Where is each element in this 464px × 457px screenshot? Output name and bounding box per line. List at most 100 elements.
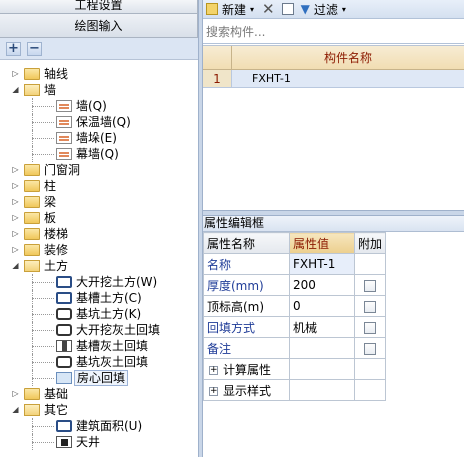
building-area-icon: [56, 420, 72, 432]
tree-item-label: 幕墙(Q): [76, 147, 119, 161]
tree-item[interactable]: 天井: [0, 434, 198, 450]
extra-checkbox[interactable]: [364, 342, 376, 355]
tab-drawing-input[interactable]: 绘图输入: [0, 14, 198, 38]
tree-connector: [32, 346, 54, 347]
tree-category[interactable]: ▷ 基础: [0, 386, 198, 402]
trench-backfill-icon: [56, 340, 72, 352]
atrium-icon: [56, 436, 72, 448]
property-value-field[interactable]: 200: [289, 274, 355, 296]
extra-checkbox[interactable]: [364, 300, 376, 313]
tree-category[interactable]: ▷ 轴线: [0, 66, 198, 82]
tree-item[interactable]: 保温墙(Q): [0, 114, 198, 130]
tree-item-label: 板: [44, 211, 57, 225]
property-row: 厚度(mm) 200: [203, 274, 387, 296]
tree-item[interactable]: 墙(Q): [0, 98, 198, 114]
folder-open-icon: [24, 84, 40, 96]
folder-icon: [24, 228, 40, 240]
add-icon[interactable]: +: [6, 41, 21, 56]
tree-connector: [32, 138, 54, 139]
expand-arrow-icon[interactable]: ▷: [11, 66, 20, 82]
expand-arrow-icon[interactable]: ▷: [11, 178, 20, 194]
folder-icon: [24, 212, 40, 224]
tree-item[interactable]: 幕墙(Q): [0, 146, 198, 162]
extra-checkbox[interactable]: [364, 321, 376, 334]
expand-icon[interactable]: +: [209, 365, 218, 375]
room-backfill-icon: [56, 372, 72, 384]
tree-item-label: 轴线: [44, 67, 69, 81]
tree-item[interactable]: 房心回填: [0, 370, 198, 386]
tree-item[interactable]: 基坑灰土回填: [0, 354, 198, 370]
collapse-arrow-icon[interactable]: ◢: [11, 82, 20, 98]
pit-backfill-icon: [56, 356, 72, 368]
tab-project-settings[interactable]: 工程设置: [0, 0, 198, 14]
collapse-arrow-icon[interactable]: ◢: [11, 258, 20, 274]
new-button[interactable]: 新建: [222, 1, 246, 18]
collapse-arrow-icon[interactable]: ◢: [11, 402, 20, 418]
expand-arrow-icon[interactable]: ▷: [11, 162, 20, 178]
tree-item[interactable]: 建筑面积(U): [0, 418, 198, 434]
tree-category[interactable]: ◢ 其它: [0, 402, 198, 418]
remove-icon[interactable]: −: [27, 41, 42, 56]
tree-category[interactable]: ◢ 墙: [0, 82, 198, 98]
property-value-field[interactable]: 机械: [289, 316, 355, 338]
tree-category[interactable]: ▷ 柱: [0, 178, 198, 194]
property-group-row[interactable]: + 显示样式: [203, 379, 387, 401]
tree-category[interactable]: ◢ 土方: [0, 258, 198, 274]
property-value-field[interactable]: 0: [289, 295, 355, 317]
dropdown-icon[interactable]: ▾: [342, 5, 346, 14]
dropdown-icon[interactable]: ▾: [250, 5, 254, 14]
property-value-field[interactable]: FXHT-1: [289, 253, 355, 275]
property-group-row[interactable]: + 计算属性: [203, 358, 387, 380]
tree-item-label: 基坑灰土回填: [76, 355, 149, 369]
tree-connector: [32, 322, 33, 338]
trench-icon: [56, 292, 72, 304]
expand-arrow-icon[interactable]: ▷: [11, 210, 20, 226]
tree-item[interactable]: 基坑土方(K): [0, 306, 198, 322]
expand-arrow-icon[interactable]: ▷: [11, 194, 20, 210]
tree-category[interactable]: ▷ 装修: [0, 242, 198, 258]
component-grid: 构件名称 1 FXHT-1: [203, 45, 464, 210]
folder-icon: [24, 196, 40, 208]
expand-icon[interactable]: +: [209, 386, 218, 396]
tree-connector: [32, 282, 54, 283]
tree-item-label: 楼梯: [44, 227, 69, 241]
tree-toolbar: + −: [0, 38, 198, 60]
property-editor-title: 属性编辑框: [203, 216, 464, 232]
component-tree: ▷ 轴线 ◢ 墙墙(Q) 保温墙(Q) 墙垛(E) 幕墙(Q) ▷ 门窗洞 ▷ 柱 ▷ 梁 ▷ 板 ▷ 楼梯 ▷ 装…: [0, 60, 198, 450]
delete-icon[interactable]: ✕: [262, 2, 275, 17]
search-input[interactable]: 搜索构件...: [203, 19, 464, 44]
folder-open-icon: [24, 260, 40, 272]
tree-item-label: 天井: [76, 435, 101, 449]
expand-arrow-icon[interactable]: ▷: [11, 242, 20, 258]
tree-connector: [32, 426, 54, 427]
tree-category[interactable]: ▷ 梁: [0, 194, 198, 210]
expand-arrow-icon[interactable]: ▷: [11, 226, 20, 242]
component-name-header[interactable]: 构件名称: [232, 46, 464, 69]
tree-item[interactable]: 大开挖土方(W): [0, 274, 198, 290]
component-name-cell[interactable]: FXHT-1: [232, 70, 291, 87]
filter-button[interactable]: 过滤: [314, 1, 338, 18]
property-value-field[interactable]: [289, 337, 355, 359]
tree-category[interactable]: ▷ 楼梯: [0, 226, 198, 242]
grid-header: 构件名称: [203, 46, 464, 70]
property-row: 顶标高(m) 0: [203, 295, 387, 317]
tree-connector: [32, 290, 33, 306]
tree-category[interactable]: ▷ 门窗洞: [0, 162, 198, 178]
tree-item[interactable]: 墙垛(E): [0, 130, 198, 146]
expand-arrow-icon[interactable]: ▷: [11, 386, 20, 402]
table-row[interactable]: 1 FXHT-1: [203, 70, 464, 88]
extra-checkbox[interactable]: [364, 279, 376, 292]
tree-item-label: 大开挖土方(W): [76, 275, 158, 289]
tree-item-label: 墙: [44, 83, 57, 97]
tree-item[interactable]: 大开挖灰土回填: [0, 322, 198, 338]
tree-connector: [32, 418, 33, 434]
tree-item[interactable]: 基槽灰土回填: [0, 338, 198, 354]
copy-icon[interactable]: [281, 3, 294, 15]
col-property-value: 属性值: [289, 232, 355, 254]
col-extra: 附加: [353, 232, 387, 254]
tree-item-label: 墙(Q): [76, 99, 107, 113]
tree-item[interactable]: 基槽土方(C): [0, 290, 198, 306]
folder-icon: [24, 164, 40, 176]
filter-icon[interactable]: ▼: [301, 2, 310, 16]
tree-category[interactable]: ▷ 板: [0, 210, 198, 226]
